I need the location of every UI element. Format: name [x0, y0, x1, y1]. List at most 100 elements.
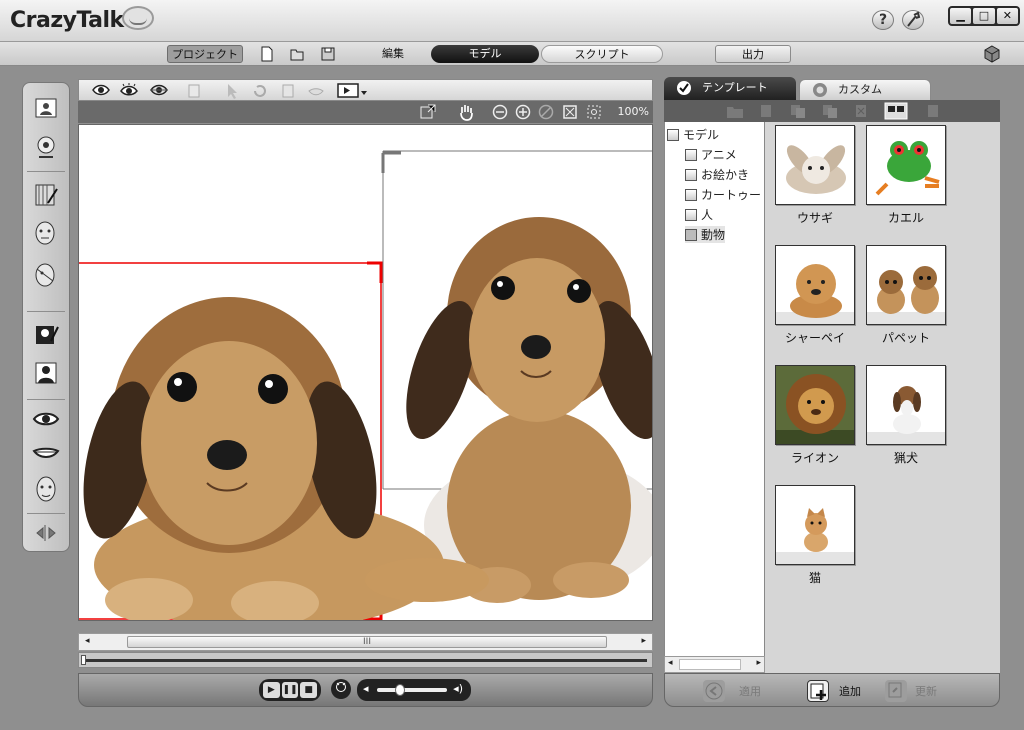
view-eye-lashes-icon[interactable]	[119, 83, 139, 97]
tree-root[interactable]: モデル	[667, 126, 719, 143]
tree-item-drawing[interactable]: お絵かき	[685, 166, 749, 183]
mouth-settings-icon[interactable]	[31, 439, 61, 467]
sharpei-thumbnail	[776, 264, 854, 324]
tab-custom[interactable]: カスタム	[799, 79, 931, 101]
zoom-region-icon[interactable]	[586, 104, 602, 120]
scroll-right-icon[interactable]: ▸	[756, 658, 761, 668]
scroll-thumb[interactable]: III	[127, 636, 607, 648]
folder-open-disabled-icon[interactable]	[726, 103, 744, 119]
cube-icon[interactable]	[982, 44, 1002, 64]
duplicate-disabled-icon[interactable]	[789, 103, 807, 119]
project-button[interactable]: プロジェクト	[167, 45, 243, 63]
apply-label: 適用	[739, 685, 761, 698]
image-edit-icon[interactable]	[31, 181, 61, 209]
copy-disabled-icon[interactable]	[821, 103, 839, 119]
checkmark-circle-icon	[677, 81, 691, 95]
help-button[interactable]: ?	[872, 10, 894, 30]
zoom-in-icon[interactable]	[515, 104, 531, 120]
tree-item-label: カートゥー	[701, 188, 762, 202]
add-button[interactable]	[807, 680, 829, 702]
tree-item-anime[interactable]: アニメ	[685, 146, 737, 163]
select-arrow-icon[interactable]	[225, 83, 239, 99]
volume-slider-knob[interactable]	[395, 684, 405, 696]
edit-button[interactable]: 編集	[370, 45, 416, 63]
remove-disabled-icon[interactable]	[854, 103, 868, 119]
template-item-sharpei[interactable]	[775, 245, 855, 325]
import-image-icon[interactable]	[31, 95, 61, 123]
tree-horizontal-scrollbar[interactable]: ◂ ▸	[664, 656, 765, 673]
custom-circle-icon	[813, 83, 827, 97]
tree-item-animals[interactable]: 動物	[685, 226, 726, 243]
view-eye-mesh-icon[interactable]	[149, 83, 169, 97]
template-item-lion[interactable]	[775, 365, 855, 445]
template-item-frog[interactable]	[866, 125, 946, 205]
zoom-out-icon[interactable]	[492, 104, 508, 120]
tools-button[interactable]	[902, 10, 924, 30]
apply-arrow-icon	[705, 682, 723, 700]
page-disabled-icon[interactable]	[281, 83, 295, 99]
model-button[interactable]: モデル	[431, 45, 539, 63]
template-item-kitten[interactable]	[775, 485, 855, 565]
update-page-icon	[888, 682, 902, 698]
face-profile-icon[interactable]	[31, 261, 61, 289]
close-button[interactable]: ✕	[996, 8, 1018, 24]
timeline-bar[interactable]	[78, 652, 653, 668]
save-icon[interactable]	[321, 46, 335, 62]
output-button[interactable]: 出力	[715, 45, 791, 63]
face-orientation-icon[interactable]	[31, 475, 61, 503]
add-label: 追加	[839, 685, 861, 698]
zoom-level: 100%	[617, 105, 649, 118]
puppy-photo-image	[79, 150, 652, 620]
script-button[interactable]: スクリプト	[541, 45, 663, 63]
tree-root-label: モデル	[683, 128, 720, 142]
title-bar: CrazyTalk6 ? ▁ □ ✕	[0, 0, 1024, 42]
transport-controls: ▶ ❚❚ ■	[259, 679, 321, 701]
view-eye-icon[interactable]	[91, 83, 111, 97]
list-view-disabled-icon[interactable]	[926, 103, 940, 119]
fit-window-icon[interactable]	[420, 104, 436, 120]
tab-template[interactable]: テンプレート	[664, 77, 796, 101]
template-item-puppets[interactable]	[866, 245, 946, 325]
open-book-icon	[685, 228, 697, 241]
thumbnail-view-icon[interactable]	[884, 102, 908, 120]
webcam-icon[interactable]	[31, 133, 61, 161]
camera-view-dropdown-icon[interactable]	[336, 82, 368, 100]
delete-disabled-icon[interactable]	[759, 103, 773, 119]
background-mask-icon[interactable]	[31, 359, 61, 387]
play-button[interactable]: ▶	[263, 682, 280, 698]
apply-button[interactable]	[703, 680, 725, 702]
hand-pan-icon[interactable]	[458, 103, 474, 121]
copy-disabled-icon[interactable]	[187, 83, 201, 99]
new-file-icon[interactable]	[260, 46, 274, 62]
face-voice-icon	[336, 682, 346, 692]
eye-settings-icon[interactable]	[31, 405, 61, 433]
mouth-disabled-icon[interactable]	[307, 83, 325, 99]
pause-button[interactable]: ❚❚	[281, 682, 299, 698]
zoom-reset-icon[interactable]	[538, 104, 554, 120]
timeline-playhead[interactable]	[81, 655, 86, 665]
update-button[interactable]	[885, 680, 907, 702]
scroll-thumb[interactable]	[679, 659, 741, 670]
viewport-canvas[interactable]	[78, 124, 653, 621]
playback-bar: ▶ ❚❚ ■ ◂ ◂)	[78, 673, 653, 707]
open-folder-icon[interactable]	[290, 46, 304, 62]
mask-edit-icon[interactable]	[31, 321, 61, 349]
flip-icon[interactable]	[31, 519, 61, 547]
stop-button[interactable]: ■	[300, 682, 318, 698]
template-item-basset[interactable]	[866, 365, 946, 445]
face-fitting-icon[interactable]	[31, 219, 61, 247]
tab-template-label: テンプレート	[702, 81, 768, 94]
scroll-left-icon[interactable]: ◂	[85, 636, 90, 646]
template-item-rabbit[interactable]	[775, 125, 855, 205]
canvas-horizontal-scrollbar[interactable]: ◂ III ▸	[78, 633, 653, 651]
fit-all-icon[interactable]	[562, 104, 578, 120]
scroll-right-icon[interactable]: ▸	[641, 636, 646, 646]
voice-record-button[interactable]	[331, 679, 351, 699]
volume-slider-track[interactable]	[377, 688, 447, 692]
maximize-button[interactable]: □	[973, 8, 995, 24]
minimize-button[interactable]: ▁	[950, 8, 972, 24]
tree-item-people[interactable]: 人	[685, 206, 713, 223]
rotate-icon[interactable]	[251, 83, 269, 99]
tree-item-cartoon[interactable]: カートゥー	[685, 186, 761, 203]
scroll-left-icon[interactable]: ◂	[668, 658, 673, 668]
